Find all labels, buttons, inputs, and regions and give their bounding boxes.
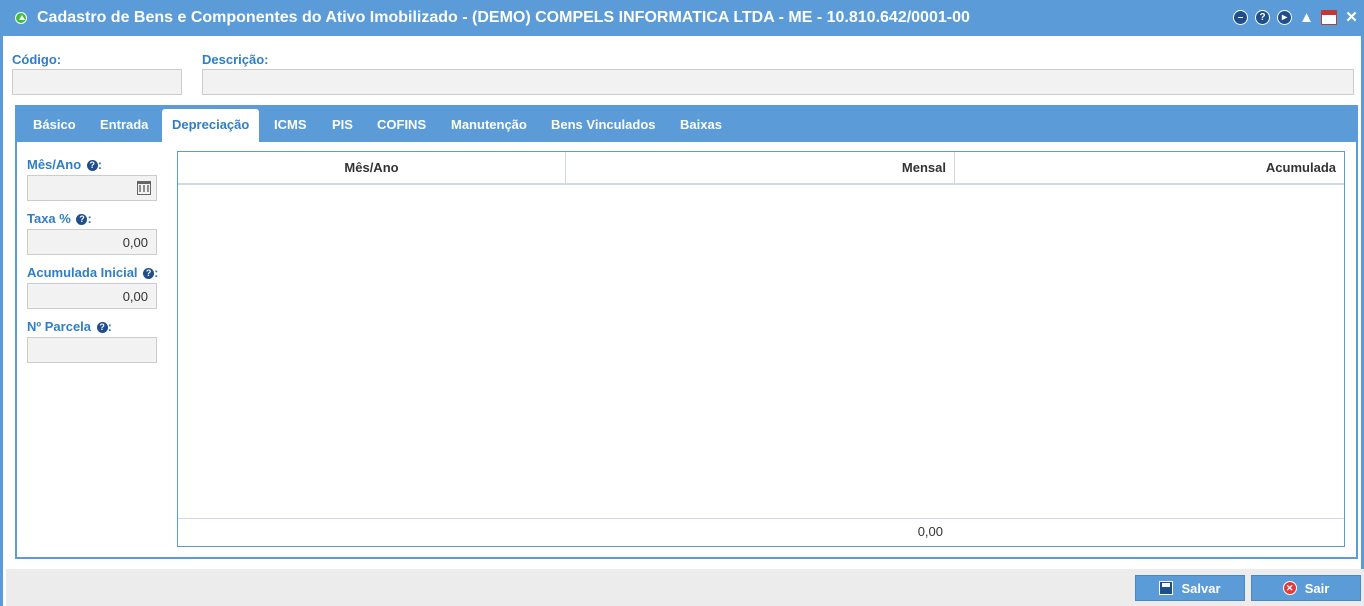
taxa-label-colon: : <box>87 211 92 226</box>
tab-basico[interactable]: Básico <box>23 109 86 142</box>
save-button[interactable]: Salvar <box>1135 575 1245 601</box>
tab-baixas[interactable]: Baixas <box>670 109 732 142</box>
footer-bar: Salvar ✕ Sair <box>6 569 1364 606</box>
title-bar-icons: – ? ▸ ▲ ✕ <box>1233 10 1359 25</box>
acumulada-inicial-field[interactable]: 0,00 <box>27 283 157 309</box>
tab-icms[interactable]: ICMS <box>264 109 317 142</box>
exit-button[interactable]: ✕ Sair <box>1251 575 1361 601</box>
grid-header: Mês/Ano Mensal Acumulada <box>178 152 1344 185</box>
bell-icon[interactable]: ▲ <box>1299 10 1314 25</box>
calendar-picker-icon[interactable] <box>137 181 151 195</box>
help-icon[interactable]: ? <box>1255 10 1270 25</box>
mes-ano-help-icon[interactable]: ? <box>86 160 98 171</box>
next-icon[interactable]: ▸ <box>1277 10 1292 25</box>
tab-bar: Básico Entrada Depreciação ICMS PIS COFI… <box>17 107 1356 142</box>
descricao-label: Descrição: <box>202 52 269 67</box>
grid-total-mensal: 0,00 <box>917 524 943 539</box>
taxa-field[interactable]: 0,00 <box>27 229 157 255</box>
tab-entrada[interactable]: Entrada <box>90 109 158 142</box>
taxa-help-icon[interactable]: ? <box>76 214 88 225</box>
parcela-field[interactable] <box>27 337 157 363</box>
tab-cofins[interactable]: COFINS <box>367 109 436 142</box>
tab-pis[interactable]: PIS <box>322 109 363 142</box>
mes-ano-label-text: Mês/Ano <box>27 157 82 172</box>
taxa-label-text: Taxa % <box>27 211 71 226</box>
window-title: Cadastro de Bens e Componentes do Ativo … <box>37 9 970 26</box>
descricao-field[interactable] <box>202 69 1354 95</box>
taxa-label: Taxa % ?: <box>27 211 92 226</box>
tab-manutencao[interactable]: Manutenção <box>441 109 537 142</box>
tab-panel: Básico Entrada Depreciação ICMS PIS COFI… <box>15 105 1358 559</box>
parcela-label: Nº Parcela ?: <box>27 319 112 334</box>
acumulada-inicial-label-colon: : <box>154 265 159 280</box>
parcela-label-colon: : <box>107 319 112 334</box>
column-mes-ano[interactable]: Mês/Ano <box>178 152 566 183</box>
calendar-icon[interactable] <box>1321 10 1337 25</box>
acumulada-inicial-help-icon[interactable]: ? <box>143 268 155 279</box>
parcela-help-icon[interactable]: ? <box>96 322 108 333</box>
column-mensal[interactable]: Mensal <box>566 152 955 183</box>
close-icon[interactable]: ✕ <box>1344 10 1359 25</box>
app-logo-icon <box>15 12 27 24</box>
depreciacao-grid: Mês/Ano Mensal Acumulada 0,00 <box>177 151 1345 547</box>
parcela-label-text: Nº Parcela <box>27 319 92 334</box>
exit-button-label: Sair <box>1304 580 1330 596</box>
codigo-label: Código: <box>12 52 62 67</box>
tab-depreciacao[interactable]: Depreciação <box>162 109 260 142</box>
acumulada-inicial-label-text: Acumulada Inicial <box>27 265 138 280</box>
title-bar: Cadastro de Bens e Componentes do Ativo … <box>3 0 1364 36</box>
exit-icon: ✕ <box>1282 581 1297 595</box>
mes-ano-label-colon: : <box>97 157 103 172</box>
minimize-icon[interactable]: – <box>1233 10 1248 25</box>
codigo-field[interactable] <box>12 69 182 95</box>
column-acumulada[interactable]: Acumulada <box>955 152 1344 183</box>
tab-bens-vinculados[interactable]: Bens Vinculados <box>541 109 666 142</box>
mes-ano-label: Mês/Ano ?: <box>27 157 102 172</box>
app-window: Cadastro de Bens e Componentes do Ativo … <box>0 0 1364 606</box>
save-icon <box>1159 581 1174 595</box>
grid-footer: 0,00 <box>178 518 1344 546</box>
acumulada-inicial-label: Acumulada Inicial ?: <box>27 265 159 280</box>
save-button-label: Salvar <box>1181 580 1221 596</box>
